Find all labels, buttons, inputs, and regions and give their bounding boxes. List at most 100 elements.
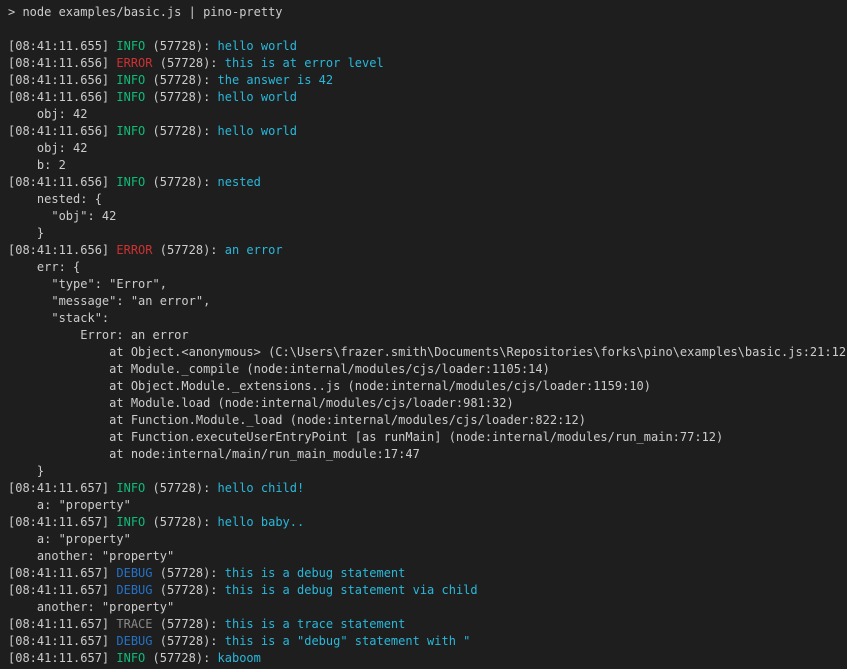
terminal-line: at Module.load (node:internal/modules/cj… bbox=[8, 395, 847, 412]
terminal-line: "obj": 42 bbox=[8, 208, 847, 225]
terminal-line: at Function.executeUserEntryPoint [as ru… bbox=[8, 429, 847, 446]
terminal-segment-plain: [08:41:11.657] bbox=[8, 481, 116, 495]
terminal-segment-plain: at Module._compile (node:internal/module… bbox=[8, 362, 550, 376]
terminal-line: "message": "an error", bbox=[8, 293, 847, 310]
terminal-line: [08:41:11.657] TRACE (57728): this is a … bbox=[8, 616, 847, 633]
terminal-line bbox=[8, 21, 847, 38]
terminal-line: [08:41:11.657] DEBUG (57728): this is a … bbox=[8, 565, 847, 582]
terminal-segment-msg: nested bbox=[218, 175, 261, 189]
terminal-segment-plain: [08:41:11.656] bbox=[8, 73, 116, 87]
terminal-line: "stack": bbox=[8, 310, 847, 327]
terminal-segment-plain: obj: 42 bbox=[8, 141, 87, 155]
terminal-segment-info: INFO bbox=[116, 175, 145, 189]
terminal-segment-plain: [08:41:11.657] bbox=[8, 651, 116, 665]
terminal-segment-plain: "obj": 42 bbox=[8, 209, 116, 223]
terminal-segment-msg: an error bbox=[225, 243, 283, 257]
terminal-line: > node examples/basic.js | pino-pretty bbox=[8, 4, 847, 21]
terminal-segment-plain: (57728): bbox=[145, 175, 217, 189]
terminal-line: [08:41:11.656] INFO (57728): hello world bbox=[8, 123, 847, 140]
terminal-segment-plain: (57728): bbox=[153, 243, 225, 257]
terminal-segment-debug: DEBUG bbox=[116, 566, 152, 580]
terminal-line: at Object.Module._extensions..js (node:i… bbox=[8, 378, 847, 395]
terminal-segment-msg: this is a debug statement bbox=[225, 566, 406, 580]
terminal-segment-plain: (57728): bbox=[153, 634, 225, 648]
terminal-segment-info: INFO bbox=[116, 124, 145, 138]
terminal-segment-error: ERROR bbox=[116, 243, 152, 257]
terminal-segment-msg: hello child! bbox=[218, 481, 305, 495]
terminal-segment-info: INFO bbox=[116, 90, 145, 104]
terminal-line: [08:41:11.656] ERROR (57728): an error bbox=[8, 242, 847, 259]
terminal-line: } bbox=[8, 463, 847, 480]
terminal-segment-plain: at node:internal/main/run_main_module:17… bbox=[8, 447, 420, 461]
terminal-segment-msg: this is at error level bbox=[225, 56, 384, 70]
terminal-segment-plain: a: "property" bbox=[8, 532, 131, 546]
terminal-segment-plain: (57728): bbox=[145, 73, 217, 87]
terminal-line: [08:41:11.656] INFO (57728): the answer … bbox=[8, 72, 847, 89]
terminal-line: obj: 42 bbox=[8, 140, 847, 157]
terminal-segment-plain: (57728): bbox=[153, 56, 225, 70]
terminal-segment-plain: [08:41:11.655] bbox=[8, 39, 116, 53]
terminal-segment-plain: [08:41:11.657] bbox=[8, 583, 116, 597]
terminal-line: b: 2 bbox=[8, 157, 847, 174]
terminal-segment-plain: (57728): bbox=[153, 583, 225, 597]
terminal-segment-msg: hello world bbox=[218, 124, 297, 138]
terminal-segment-plain: obj: 42 bbox=[8, 107, 87, 121]
terminal-line: at Module._compile (node:internal/module… bbox=[8, 361, 847, 378]
terminal-segment-plain: (57728): bbox=[153, 566, 225, 580]
terminal-segment-plain: at Module.load (node:internal/modules/cj… bbox=[8, 396, 514, 410]
terminal-segment-trace: TRACE bbox=[116, 617, 152, 631]
terminal-segment-msg: hello world bbox=[218, 39, 297, 53]
terminal-line: [08:41:11.656] INFO (57728): hello world bbox=[8, 89, 847, 106]
terminal-segment-msg: kaboom bbox=[218, 651, 261, 665]
terminal-segment-plain: another: "property" bbox=[8, 549, 174, 563]
terminal-segment-error: ERROR bbox=[116, 56, 152, 70]
terminal-line: another: "property" bbox=[8, 548, 847, 565]
terminal-segment-plain: (57728): bbox=[145, 90, 217, 104]
terminal-segment-plain: (57728): bbox=[145, 39, 217, 53]
terminal-line: a: "property" bbox=[8, 497, 847, 514]
terminal-segment-msg: this is a "debug" statement with " bbox=[225, 634, 471, 648]
terminal-line: nested: { bbox=[8, 191, 847, 208]
terminal-segment-plain: [08:41:11.657] bbox=[8, 634, 116, 648]
terminal-line: Error: an error bbox=[8, 327, 847, 344]
terminal-line: [08:41:11.657] INFO (57728): kaboom bbox=[8, 650, 847, 667]
terminal-segment-plain: (57728): bbox=[145, 651, 217, 665]
terminal-line: [08:41:11.656] INFO (57728): nested bbox=[8, 174, 847, 191]
terminal-segment-debug: DEBUG bbox=[116, 583, 152, 597]
terminal-segment-plain: [08:41:11.657] bbox=[8, 566, 116, 580]
terminal-segment-info: INFO bbox=[116, 481, 145, 495]
terminal-segment-plain: [08:41:11.656] bbox=[8, 56, 116, 70]
terminal-line: [08:41:11.657] INFO (57728): hello baby.… bbox=[8, 514, 847, 531]
terminal-segment-info: INFO bbox=[116, 39, 145, 53]
terminal-segment-plain: > node examples/basic.js | pino-pretty bbox=[8, 5, 283, 19]
terminal-segment-msg: hello world bbox=[218, 90, 297, 104]
terminal-segment-info: INFO bbox=[116, 73, 145, 87]
terminal-segment-plain: a: "property" bbox=[8, 498, 131, 512]
terminal-segment-plain: nested: { bbox=[8, 192, 102, 206]
terminal-segment-plain: err: { bbox=[8, 260, 80, 274]
terminal-segment-plain: at Function.Module._load (node:internal/… bbox=[8, 413, 586, 427]
terminal-segment-plain: another: "property" bbox=[8, 600, 174, 614]
terminal-output: > node examples/basic.js | pino-pretty [0… bbox=[0, 0, 847, 669]
terminal-segment-plain: "stack": bbox=[8, 311, 109, 325]
terminal-segment-msg: this is a debug statement via child bbox=[225, 583, 478, 597]
terminal-segment-plain: [08:41:11.656] bbox=[8, 124, 116, 138]
terminal-segment-msg: the answer is 42 bbox=[218, 73, 334, 87]
terminal-segment-plain: "message": "an error", bbox=[8, 294, 210, 308]
terminal-segment-plain: "type": "Error", bbox=[8, 277, 167, 291]
terminal-segment-plain: } bbox=[8, 226, 44, 240]
terminal-line: [08:41:11.655] INFO (57728): hello world bbox=[8, 38, 847, 55]
terminal-line: [08:41:11.657] INFO (57728): hello child… bbox=[8, 480, 847, 497]
terminal-line: [08:41:11.656] ERROR (57728): this is at… bbox=[8, 55, 847, 72]
terminal-line: } bbox=[8, 225, 847, 242]
terminal-segment-plain: at Object.Module._extensions..js (node:i… bbox=[8, 379, 651, 393]
terminal-segment-plain: (57728): bbox=[145, 515, 217, 529]
terminal-segment-info: INFO bbox=[116, 651, 145, 665]
terminal-segment-plain: [08:41:11.656] bbox=[8, 175, 116, 189]
terminal-line: at Object.<anonymous> (C:\Users\frazer.s… bbox=[8, 344, 847, 361]
terminal-segment-msg: this is a trace statement bbox=[225, 617, 406, 631]
terminal-segment-info: INFO bbox=[116, 515, 145, 529]
terminal-segment-plain: } bbox=[8, 464, 44, 478]
terminal-line: a: "property" bbox=[8, 531, 847, 548]
terminal-segment-plain: (57728): bbox=[145, 481, 217, 495]
